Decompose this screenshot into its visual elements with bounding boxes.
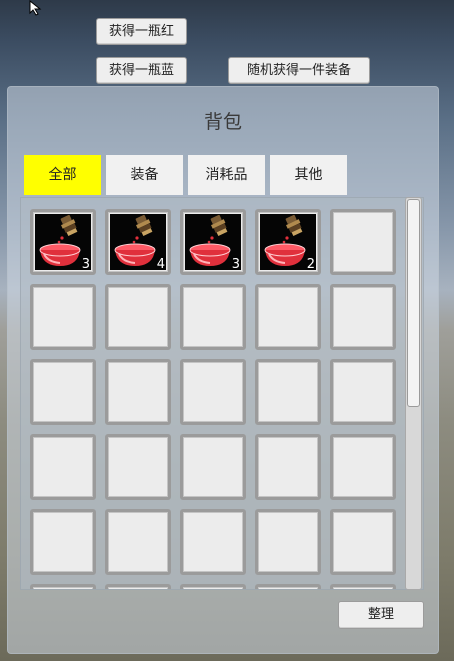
inventory-slot[interactable]: [330, 434, 396, 500]
scrollbar-thumb[interactable]: [407, 199, 420, 407]
inventory-slot[interactable]: [180, 434, 246, 500]
mouse-cursor-icon: [29, 0, 45, 20]
inventory-slot[interactable]: [255, 584, 321, 589]
inventory-slot[interactable]: [330, 509, 396, 575]
inventory-slot[interactable]: 4: [105, 209, 171, 275]
inventory-slot[interactable]: [255, 359, 321, 425]
inventory-slot[interactable]: [105, 359, 171, 425]
inventory-slot[interactable]: [30, 284, 96, 350]
inventory-slot[interactable]: [105, 509, 171, 575]
get-blue-potion-button[interactable]: 获得一瓶蓝: [96, 57, 187, 84]
sort-button[interactable]: 整理: [338, 601, 424, 629]
item-count: 3: [231, 257, 240, 272]
inventory-slot[interactable]: [330, 284, 396, 350]
inventory-slot[interactable]: [105, 434, 171, 500]
inventory-slot[interactable]: [255, 434, 321, 500]
inventory-scrollbar[interactable]: [405, 197, 422, 590]
inventory-slot[interactable]: [30, 434, 96, 500]
inventory-slot[interactable]: [30, 509, 96, 575]
inventory-slot[interactable]: 2: [255, 209, 321, 275]
inventory-slot[interactable]: [105, 584, 171, 589]
inventory-slot[interactable]: 3: [180, 209, 246, 275]
inventory-slot[interactable]: [255, 284, 321, 350]
item-count: 2: [306, 257, 315, 272]
bag-title: 背包: [203, 111, 242, 133]
inventory-slot[interactable]: [180, 509, 246, 575]
get-red-potion-button[interactable]: 获得一瓶红: [96, 18, 187, 45]
inventory-slot[interactable]: [105, 284, 171, 350]
random-equipment-button[interactable]: 随机获得一件装备: [228, 57, 370, 84]
inventory-slot[interactable]: 3: [30, 209, 96, 275]
inventory-slot[interactable]: [180, 284, 246, 350]
inventory-slot[interactable]: [255, 509, 321, 575]
inventory-slot[interactable]: [330, 584, 396, 589]
inventory-slot[interactable]: [330, 359, 396, 425]
inventory-slot[interactable]: [180, 584, 246, 589]
item-count: 4: [156, 257, 165, 272]
tab-other[interactable]: 其他: [270, 155, 347, 195]
tab-consumables[interactable]: 消耗品: [188, 155, 265, 195]
item-count: 3: [81, 257, 90, 272]
inventory-scroll-view[interactable]: 3 4 3 2: [20, 197, 424, 590]
inventory-slot[interactable]: [330, 209, 396, 275]
tab-equipment[interactable]: 装备: [106, 155, 183, 195]
tab-all[interactable]: 全部: [24, 155, 101, 195]
inventory-slot[interactable]: [30, 359, 96, 425]
bag-panel: 背包 全部 装备 消耗品 其他 3 4 3 2 整理: [7, 86, 439, 654]
inventory-slot[interactable]: [30, 584, 96, 589]
inventory-slot[interactable]: [180, 359, 246, 425]
